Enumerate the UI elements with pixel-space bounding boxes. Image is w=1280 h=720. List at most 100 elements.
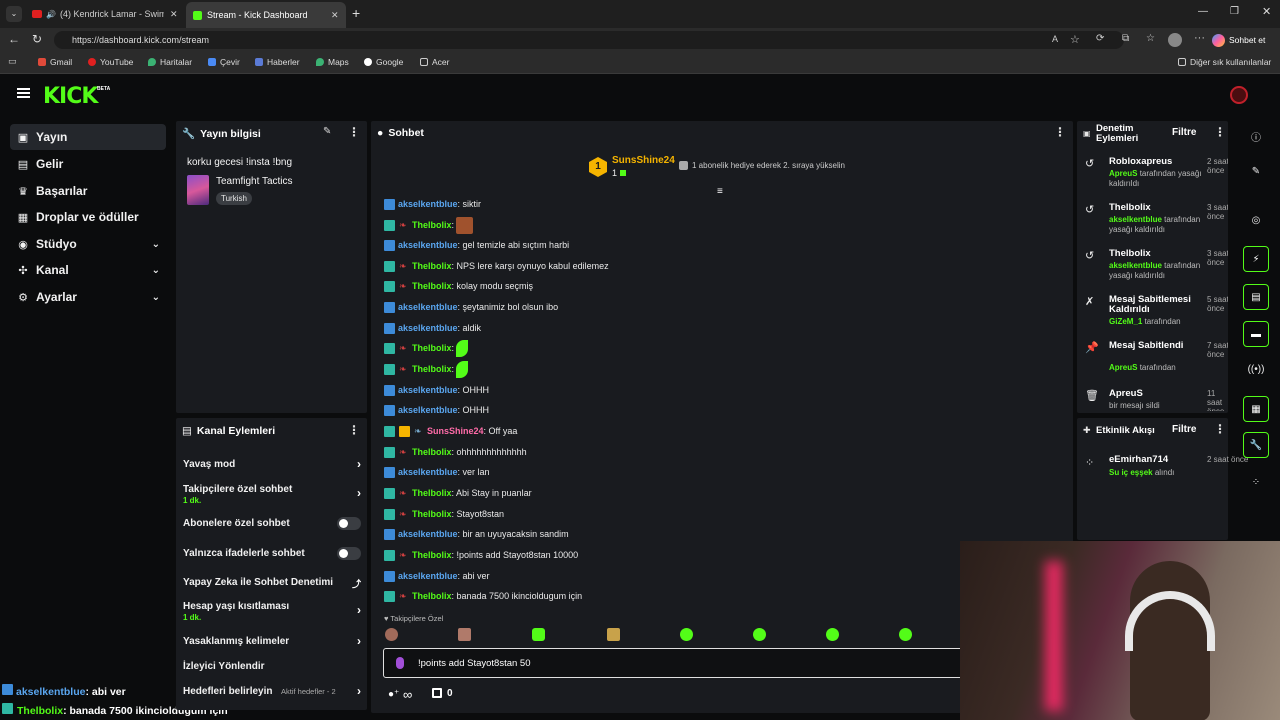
edit-pencil-icon[interactable]: ✎ [323,126,331,137]
user-avatar[interactable] [1230,86,1248,104]
ai-moderation-row[interactable]: Yapay Zeka ile Sohbet Denetimi ⤴ [183,577,369,589]
quick-action-button-layout[interactable]: ▦ [1243,396,1269,422]
chat-username[interactable]: Thelbolix [412,343,452,353]
bookmark-cevir[interactable]: Çevir [208,57,240,67]
chat-username[interactable]: Thelbolix [412,281,452,291]
audio-icon[interactable]: 🔊 [46,10,56,19]
moderation-item[interactable]: 🗑ApreuS11 saat önce bir mesajı sildi [1085,389,1225,412]
emote-button[interactable] [458,628,471,641]
broadcast-signal-icon[interactable]: ((•)) [1246,364,1266,375]
quick-action-button-notes[interactable]: ▤ [1243,284,1269,310]
moderation-item[interactable]: 📌 Mesaj Sabitlendi 7 saat önce ApreuS taraf… [1085,341,1228,385]
moderator-name[interactable]: ApreuS [1109,169,1137,178]
bookmark-other-favorites[interactable]: Diğer sık kullanılanlar [1178,57,1271,67]
avatar[interactable] [1168,33,1182,47]
microphone-icon[interactable] [396,657,404,669]
quick-action-button-chat[interactable]: ▬ [1243,321,1269,347]
close-tab-icon[interactable]: ✕ [331,10,339,21]
moderator-name[interactable]: akselkentblue [1109,215,1162,224]
emotes-only-toggle[interactable] [337,547,361,560]
chat-username[interactable]: Thelbolix [412,261,452,271]
favorites-icon[interactable]: ☆ [1146,33,1155,44]
info-icon[interactable]: ⓘ [1246,129,1266,144]
emote-button[interactable] [532,628,545,641]
url-field[interactable]: https://dashboard.kick.com/stream [54,31,1124,49]
bookmark-gmail[interactable]: Gmail [38,57,72,67]
moderator-name[interactable]: GiZeM_1 [1109,317,1142,326]
sidebar-item-kanal[interactable]: ✣ Kanal ⌄ [10,257,166,283]
chat-username[interactable]: akselkentblue [398,529,458,539]
copilot-button[interactable]: Sohbet et [1212,31,1265,49]
close-tab-icon[interactable]: ✕ [170,9,178,20]
tab-youtube[interactable]: 🔊 (4) Kendrick Lamar - Swimmin ✕ [28,4,184,24]
kick-logo[interactable]: KICK [43,84,98,109]
goals-row[interactable]: Hedefleri belirleyin Aktif hedefler - 2 › [183,684,369,698]
reload-icon[interactable]: ↻ [32,32,42,46]
bookmark-acer[interactable]: Acer [420,57,449,67]
close-window-icon[interactable]: ✕ [1262,5,1271,18]
bookmark-google[interactable]: Google [364,57,403,67]
minimize-icon[interactable]: — [1198,6,1208,17]
points-icon[interactable]: ⁘ [1246,477,1266,488]
emote-button[interactable] [385,628,398,641]
emote-button[interactable] [607,628,620,641]
favorite-star-icon[interactable]: ☆ [1070,33,1080,46]
sidebar-item-yayin[interactable]: ▣ Yayın [10,124,166,150]
chat-username[interactable]: akselkentblue [398,571,458,581]
chat-username[interactable]: akselkentblue [398,302,458,312]
chat-username[interactable]: akselkentblue [398,467,458,477]
new-tab-icon[interactable]: + [352,5,360,21]
store-icon[interactable] [432,688,442,698]
more-options-icon[interactable]: ··· [1194,32,1205,44]
chat-username[interactable]: akselkentblue [398,199,458,209]
moderation-item[interactable]: ↺ Robloxapreus 2 saat önce ApreuS tarafında… [1085,157,1228,201]
users-icon[interactable]: ●⁺ [388,689,399,700]
sidebar-item-ayarlar[interactable]: ⚙ Ayarlar ⌄ [10,284,166,310]
bookmark-haritalar[interactable]: Haritalar [148,57,192,67]
sidebar-item-droplar[interactable]: ▦ Droplar ve ödüller [10,204,166,230]
sidebar-item-basarilar[interactable]: ♛ Başarılar [10,178,166,204]
panel-menu-icon[interactable]: ⋮ [348,423,360,437]
collections-icon[interactable]: ⧉ [1122,33,1129,44]
moderator-name[interactable]: ApreuS [1109,363,1137,372]
restore-icon[interactable]: ❐ [1230,6,1239,17]
emote-button[interactable] [680,628,693,641]
chat-username[interactable]: Thelbolix [412,220,452,230]
emote-button[interactable] [826,628,839,641]
chat-username[interactable]: Thelbolix [412,509,452,519]
moderation-item[interactable]: ↺ Thelbolix 3 saat önce akselkentblue taraf… [1085,203,1228,247]
filter-button[interactable]: Filtre [1172,424,1196,435]
chat-username[interactable]: SunsShine24 [427,426,484,436]
chat-username[interactable]: Thelbolix [412,447,452,457]
quick-action-button-bolt[interactable]: ⚡ [1243,246,1269,272]
chat-username[interactable]: Thelbolix [412,591,452,601]
scroll-down-icon[interactable]: ≡ [717,186,723,197]
filter-button[interactable]: Filtre [1172,127,1196,138]
banned-words-row[interactable]: Yasaklanmış kelimeler › [183,634,369,648]
edit-icon[interactable]: ✎ [1246,166,1266,177]
moderation-item[interactable]: ↺ Thelbolix 3 saat önce akselkentblue taraf… [1085,249,1228,293]
tab-actions-icon[interactable]: ▭ [8,56,17,67]
emote-button[interactable] [899,628,912,641]
panel-menu-icon[interactable]: ⋮ [348,125,360,139]
chat-username[interactable]: akselkentblue [398,385,458,395]
category-name[interactable]: Teamfight Tactics [216,176,293,187]
chat-username[interactable]: Thelbolix [412,364,452,374]
hamburger-menu-icon[interactable] [17,88,30,98]
moderation-item[interactable]: ✗ Mesaj Sabitlemesi Kaldırıldı 5 saat önce… [1085,295,1228,339]
chat-username[interactable]: akselkentblue [398,323,458,333]
back-icon[interactable]: ← [8,32,20,46]
bookmark-haberler[interactable]: Haberler [255,57,300,67]
chat-username[interactable]: Thelbolix [412,550,452,560]
read-aloud-icon[interactable]: A [1052,34,1058,44]
sidebar-item-studyo[interactable]: ◉ Stüdyo ⌄ [10,231,166,257]
slow-mode-row[interactable]: Yavaş mod › [183,457,369,471]
moderator-name[interactable]: akselkentblue [1109,261,1162,270]
chat-username[interactable]: akselkentblue [398,240,458,250]
bookmark-youtube[interactable]: YouTube [88,57,133,67]
chat-username[interactable]: Thelbolix [412,488,452,498]
panel-menu-icon[interactable]: ⋮ [1214,125,1226,139]
account-age-row[interactable]: Hesap yaşı kısıtlaması 1 dk. › [183,601,369,622]
extensions-icon[interactable]: ⟳ [1096,33,1104,44]
chat-input[interactable]: !points add Stayot8stan 50 [383,648,973,678]
